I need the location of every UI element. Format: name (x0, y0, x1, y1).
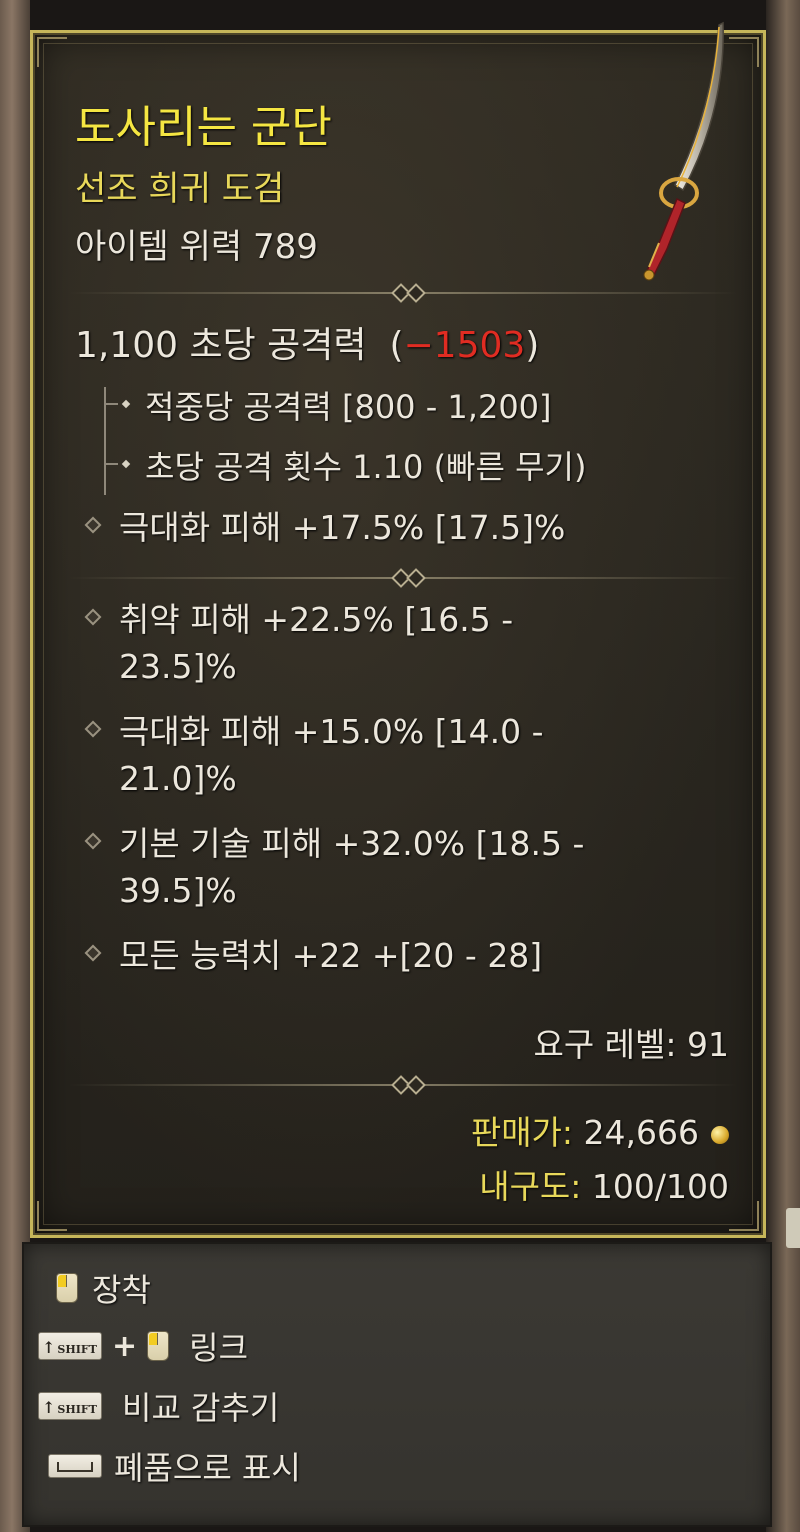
mouse-left-icon (56, 1273, 78, 1303)
edge-handle (786, 1208, 800, 1248)
sell-price: 판매가: 24,666 (471, 1106, 729, 1154)
link-label: 링크 (189, 1329, 249, 1367)
affix-vulnerable-line1: 취약 피해 +22.5% [16.5 - (119, 600, 514, 639)
affix-vulnerable-line2: 23.5]% (119, 647, 237, 686)
affix-basic-skill-line2: 39.5]% (119, 871, 237, 910)
required-level: 요구 레벨: 91 (533, 1025, 729, 1064)
dps-diff-close: ) (525, 325, 540, 366)
section-divider (69, 568, 737, 588)
equip-label: 장착 (92, 1271, 151, 1309)
corner-ornament (729, 1201, 759, 1231)
sword-icon (643, 21, 724, 281)
shift-key-label: SHIFT (57, 1403, 97, 1416)
dps-diff: −1503 (403, 325, 526, 366)
affix-crit-line2: 21.0]% (119, 759, 237, 798)
durability-value: 100/100 (591, 1167, 729, 1206)
bullet-icon (84, 516, 102, 534)
corner-ornament (37, 37, 67, 67)
sell-price-value: 24,666 (583, 1113, 699, 1152)
stat-tree-branch (104, 463, 118, 465)
controls-panel: 장착 ↑ SHIFT + 링크 ↑ SHIFT 비교 감추기 폐품으로 표시 (22, 1242, 772, 1527)
attacks-per-second: 초당 공격 횟수 1.10 (빠른 무기) (145, 448, 587, 486)
section-divider (69, 1075, 737, 1095)
durability-label: 내구도: (479, 1167, 582, 1206)
equip-action[interactable]: 장착 (56, 1266, 151, 1310)
item-type: 선조 희귀 도검 (75, 169, 285, 209)
item-tooltip: 도사리는 군단 선조 희귀 도검 아이템 위력 789 1,100 초당 공격력… (30, 21, 766, 1238)
gold-coin-icon (711, 1125, 729, 1144)
dps-text: 1,100 초당 공격력 (75, 325, 367, 366)
corner-ornament (37, 1201, 67, 1231)
link-action[interactable]: ↑ SHIFT + 링크 (38, 1324, 248, 1368)
bullet-icon (84, 832, 102, 850)
bullet-icon (84, 608, 102, 626)
plus-sign: + (112, 1328, 138, 1364)
mouse-left-icon (147, 1331, 170, 1361)
dps-value: 1,100 초당 공격력 (−1503) (75, 316, 539, 368)
bullet-icon (84, 720, 102, 738)
stat-tree-branch (104, 403, 118, 405)
space-key-icon (48, 1454, 102, 1478)
stat-dot (121, 399, 131, 409)
hide-compare-label: 비교 감추기 (122, 1389, 280, 1427)
dps-diff-open: ( (389, 325, 404, 366)
mark-junk-label: 폐품으로 표시 (114, 1449, 301, 1487)
affix-basic-skill-line1: 기본 기술 피해 +32.0% [18.5 - (119, 824, 585, 863)
durability: 내구도: 100/100 (479, 1160, 729, 1208)
mark-junk-action[interactable]: 폐품으로 표시 (48, 1444, 301, 1488)
bullet-icon (84, 944, 102, 962)
sell-price-label: 판매가: (470, 1113, 574, 1152)
shift-key-label: SHIFT (57, 1343, 97, 1356)
item-name: 도사리는 군단 (75, 102, 332, 153)
stat-dot (121, 459, 131, 469)
shift-key-icon: ↑ SHIFT (38, 1332, 102, 1360)
shift-key-icon: ↑ SHIFT (38, 1392, 102, 1420)
affix-all-stats: 모든 능력치 +22 +[20 - 28] (119, 936, 543, 975)
affix-crit-line1: 극대화 피해 +15.0% [14.0 - (119, 712, 544, 751)
damage-per-hit: 적중당 공격력 [800 - 1,200] (145, 388, 552, 426)
item-power: 아이템 위력 789 (75, 227, 318, 267)
base-crit-damage: 극대화 피해 +17.5% [17.5]% (119, 508, 566, 547)
hide-compare-action[interactable]: ↑ SHIFT 비교 감추기 (38, 1384, 279, 1428)
section-divider (69, 283, 737, 303)
